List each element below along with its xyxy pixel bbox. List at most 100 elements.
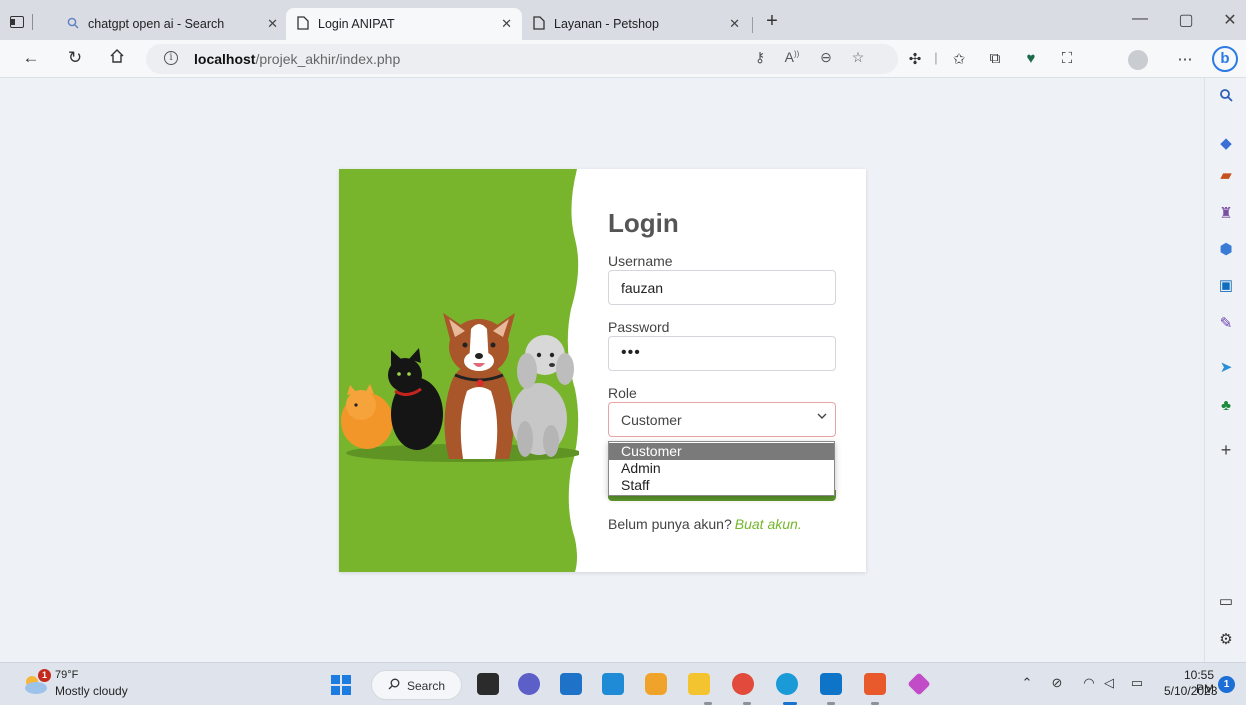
- vscode-icon[interactable]: [820, 673, 842, 695]
- password-input[interactable]: •••: [608, 336, 836, 371]
- taskbar-search[interactable]: Search: [371, 670, 462, 700]
- battery-icon[interactable]: ▭: [1128, 675, 1146, 691]
- tools-icon[interactable]: ▰: [1216, 166, 1236, 186]
- favorites-icon[interactable]: ✩: [948, 50, 970, 68]
- edge-icon[interactable]: [776, 673, 798, 695]
- tab-strip: chatgpt open ai - Search ✕ Login ANIPAT …: [0, 0, 1246, 42]
- settings-icon[interactable]: ⚙: [1216, 630, 1236, 650]
- windows-start-icon[interactable]: [331, 675, 351, 695]
- pets-illustration: [339, 169, 579, 572]
- signup-link[interactable]: Buat akun.: [735, 516, 802, 532]
- new-tab-button[interactable]: +: [762, 10, 782, 33]
- screenshot-icon[interactable]: ⛶: [1056, 50, 1078, 67]
- info-icon[interactable]: i: [164, 51, 178, 65]
- search-icon: [388, 678, 400, 693]
- zoom-icon[interactable]: ⊖: [816, 49, 836, 66]
- close-tab-icon[interactable]: ✕: [267, 16, 278, 32]
- send-icon[interactable]: ➤: [1216, 358, 1236, 378]
- close-tab-icon[interactable]: ✕: [501, 16, 512, 32]
- weather-badge: 1: [38, 669, 51, 682]
- divider: |: [934, 50, 938, 65]
- taskbar: 1 79°F Mostly cloudy Search ⌃ ⊘ ◠ ◁ ▭ 10…: [0, 662, 1246, 705]
- cube-app-icon[interactable]: [645, 673, 667, 695]
- git-app-icon[interactable]: [907, 672, 931, 696]
- close-tab-icon[interactable]: ✕: [729, 16, 740, 32]
- weather-desc[interactable]: Mostly cloudy: [55, 684, 128, 698]
- address-bar[interactable]: i localhost/projek_akhir/index.php ⚷ A))…: [146, 44, 898, 74]
- minimize-button[interactable]: —: [1130, 10, 1150, 28]
- login-card: Login Username fauzan Password ••• Role …: [339, 169, 866, 572]
- xampp-icon[interactable]: [864, 673, 886, 695]
- signup-prompt: Belum punya akun? Buat akun.: [608, 516, 802, 532]
- restore-button[interactable]: ▢: [1176, 10, 1196, 30]
- tab-login[interactable]: Login ANIPAT ✕: [286, 8, 522, 40]
- more-icon[interactable]: ⋯: [1174, 50, 1196, 68]
- close-window-button[interactable]: ✕: [1220, 10, 1240, 30]
- avatar[interactable]: [1128, 50, 1148, 70]
- signup-text: Belum punya akun?: [608, 516, 732, 532]
- page-icon: [532, 15, 546, 33]
- username-input[interactable]: fauzan: [608, 270, 836, 305]
- divider: [752, 17, 753, 33]
- shopping-tag-icon[interactable]: ◆: [1216, 134, 1236, 154]
- wifi-icon[interactable]: ◠: [1080, 675, 1098, 691]
- volume-icon[interactable]: ◁: [1100, 675, 1118, 691]
- designer-icon[interactable]: ✎: [1216, 314, 1236, 334]
- username-label: Username: [608, 253, 673, 269]
- office-icon[interactable]: ⬢: [1216, 240, 1236, 260]
- refresh-icon[interactable]: ↻: [64, 48, 86, 68]
- add-icon[interactable]: +: [1216, 440, 1236, 460]
- navigation-bar: ← ↻ i localhost/projek_akhir/index.php ⚷…: [0, 40, 1246, 78]
- chat-icon[interactable]: [518, 673, 540, 695]
- tab-title: chatgpt open ai - Search: [88, 17, 225, 31]
- bing-chat-icon[interactable]: b: [1212, 46, 1238, 72]
- role-select[interactable]: Customer: [608, 402, 836, 437]
- home-icon[interactable]: [106, 48, 128, 69]
- l-app-icon[interactable]: [602, 673, 624, 695]
- back-icon[interactable]: ←: [20, 48, 42, 68]
- games-icon[interactable]: ♜: [1216, 204, 1236, 224]
- health-icon[interactable]: ♥: [1020, 50, 1042, 67]
- address-url[interactable]: localhost/projek_akhir/index.php: [194, 51, 400, 67]
- clock-date[interactable]: 5/10/2023: [1164, 684, 1217, 698]
- weather-temp[interactable]: 79°F: [55, 669, 78, 681]
- role-option-admin[interactable]: Admin: [609, 460, 834, 477]
- password-value: •••: [621, 344, 641, 361]
- sync-icon[interactable]: ⊘: [1048, 675, 1066, 691]
- role-selected-value: Customer: [621, 412, 682, 428]
- tree-icon[interactable]: ♣: [1216, 396, 1236, 416]
- tab-title: Layanan - Petshop: [554, 17, 659, 31]
- password-label: Password: [608, 319, 670, 335]
- tab-actions: [10, 10, 50, 34]
- role-option-customer[interactable]: Customer: [609, 443, 834, 460]
- role-dropdown-list: Customer Admin Staff: [608, 441, 835, 496]
- mail-icon[interactable]: [560, 673, 582, 695]
- login-title: Login: [608, 208, 679, 238]
- outlook-icon[interactable]: ▣: [1216, 276, 1236, 296]
- file-explorer-icon[interactable]: [688, 673, 710, 695]
- taskbar-search-label: Search: [407, 679, 446, 693]
- search-icon[interactable]: [1216, 88, 1236, 108]
- tab-search[interactable]: chatgpt open ai - Search ✕: [56, 8, 288, 40]
- address-host: localhost: [194, 51, 256, 67]
- page-icon: [296, 15, 310, 33]
- read-aloud-icon[interactable]: A)): [782, 49, 802, 65]
- divider: [32, 14, 33, 30]
- role-option-staff[interactable]: Staff: [609, 477, 834, 494]
- extensions-icon[interactable]: ✣: [904, 50, 926, 68]
- chevron-up-icon[interactable]: ⌃: [1018, 675, 1036, 691]
- tab-actions-icon[interactable]: [10, 16, 24, 28]
- sidebar-toggle-icon[interactable]: ▭: [1216, 592, 1236, 612]
- add-favorite-icon[interactable]: ☆: [848, 49, 868, 66]
- tab-layanan[interactable]: Layanan - Petshop ✕: [522, 8, 750, 40]
- notification-badge[interactable]: 1: [1218, 676, 1235, 693]
- address-path: /projek_akhir/index.php: [255, 51, 401, 67]
- collections-icon[interactable]: ⧉: [984, 50, 1006, 67]
- key-icon[interactable]: ⚷: [750, 49, 770, 66]
- task-view-icon[interactable]: [477, 673, 499, 695]
- chrome-icon[interactable]: [732, 673, 754, 695]
- tab-title: Login ANIPAT: [318, 17, 395, 31]
- search-icon: [66, 17, 80, 32]
- edge-sidebar: ◆ ▰ ♜ ⬢ ▣ ✎ ➤ ♣ + ▭ ⚙: [1204, 78, 1246, 662]
- role-label: Role: [608, 385, 637, 401]
